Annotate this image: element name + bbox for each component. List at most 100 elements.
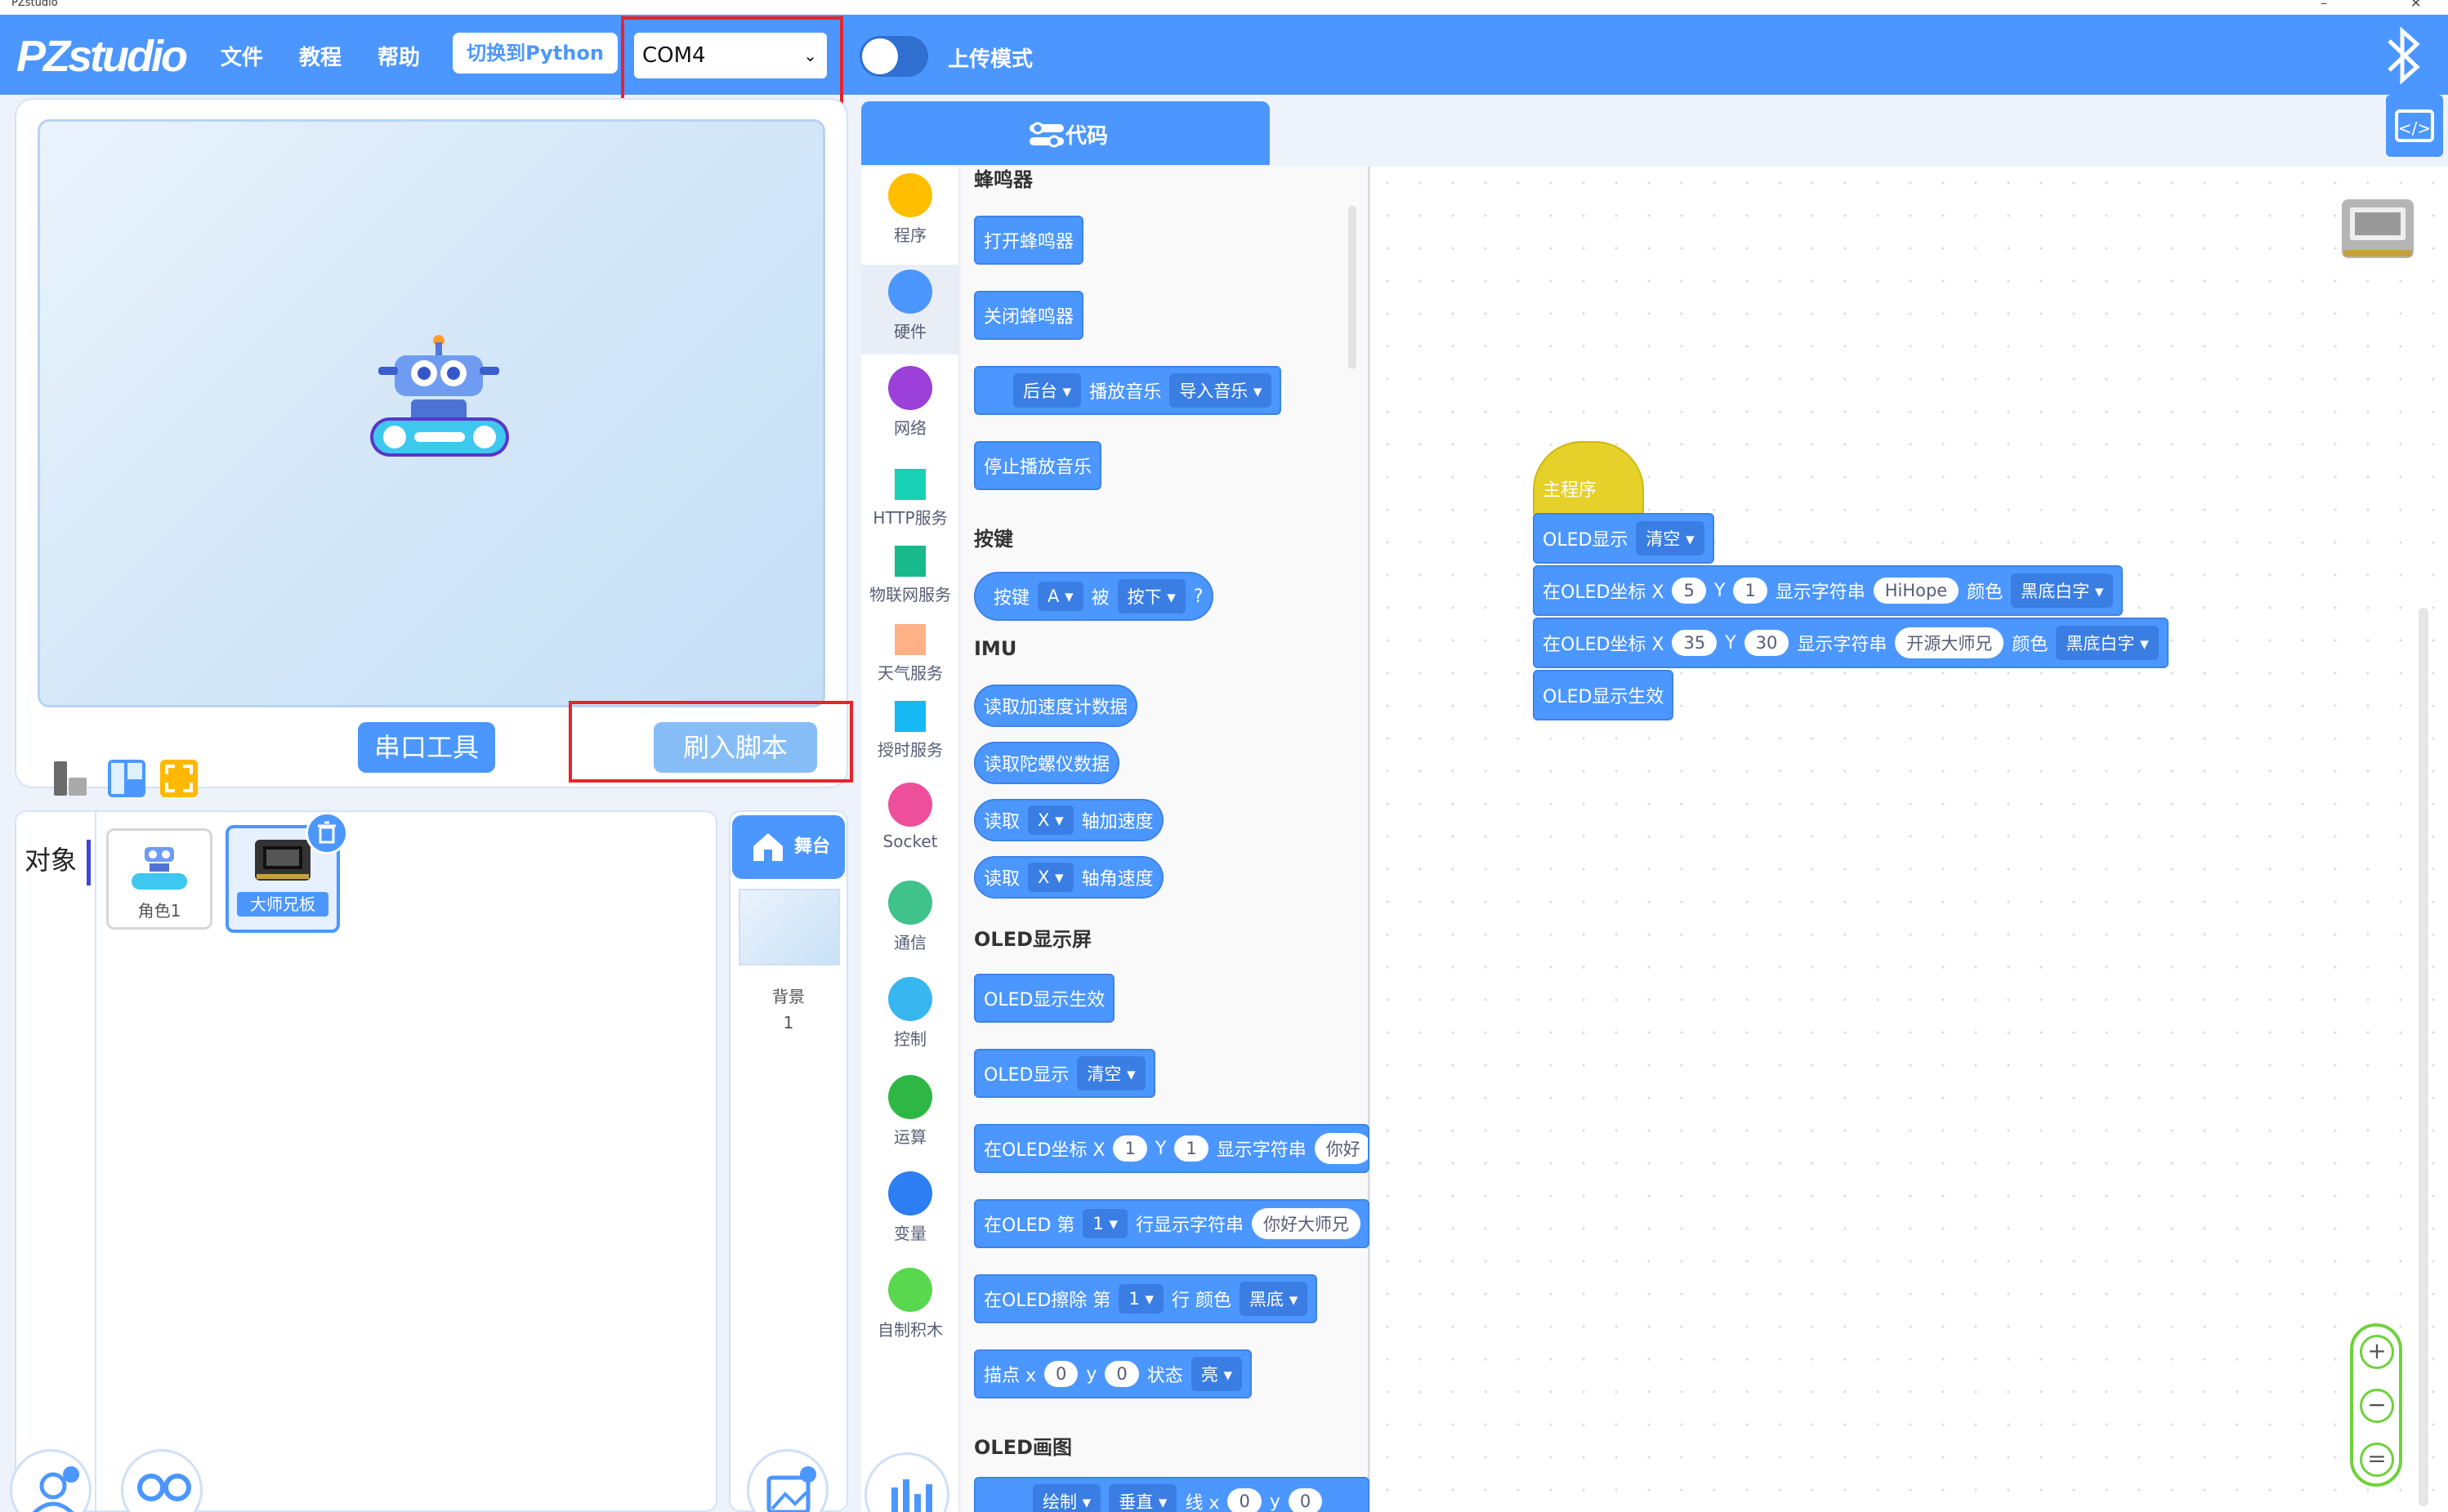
point-y-input[interactable]: 0 [1105, 1361, 1139, 1387]
axis-dropdown-2[interactable]: X ▾ [1028, 863, 1074, 892]
robot-sprite[interactable] [362, 331, 517, 462]
play-music-block[interactable]: 后台 ▾ 播放音乐 导入音乐 ▾ [974, 366, 1282, 415]
import-music-dropdown[interactable]: 导入音乐 ▾ [1169, 373, 1272, 408]
ws-oled-effect-block[interactable]: OLED显示生效 [1533, 670, 1674, 720]
zoom-out-button[interactable]: − [2360, 1389, 2394, 1423]
com-port-select[interactable]: COM4 ⌄ [634, 33, 827, 78]
category-4[interactable]: HTTP服务 [861, 469, 959, 529]
oled-y-input[interactable]: 1 [1174, 1135, 1208, 1162]
sprite-card-role1[interactable]: 角色1 [106, 828, 212, 930]
point-state-dropdown[interactable]: 亮 ▾ [1190, 1357, 1243, 1391]
category-2[interactable]: 硬件 [861, 265, 959, 355]
workspace-scrollbar[interactable] [2419, 608, 2428, 1506]
flash-script-button[interactable]: 刷入脚本 [654, 722, 817, 773]
read-axis-angvel-block[interactable]: 读取 X ▾ 轴角速度 [974, 856, 1164, 899]
ws-string-input-2[interactable]: 开源大师兄 [1895, 627, 2004, 658]
erase-line-dropdown[interactable]: 1 ▾ [1119, 1284, 1164, 1314]
category-icon [895, 469, 926, 500]
extension-button[interactable] [121, 1449, 203, 1512]
category-11[interactable]: 运算 [861, 1075, 959, 1148]
category-12[interactable]: 变量 [861, 1171, 959, 1244]
press-dropdown[interactable]: 按下 ▾ [1117, 579, 1186, 613]
ws-oled-text-block-1[interactable]: 在OLED坐标 X5 Y1 显示字符串 HiHope 颜色 黑底白字 ▾ [1533, 565, 2124, 616]
draw-line-block[interactable]: 绘制 ▾ 垂直 ▾ 线 x0y0 [974, 1477, 1369, 1512]
category-13[interactable]: 自制积木 [861, 1268, 959, 1340]
stage-canvas[interactable] [38, 119, 825, 707]
palette-scrollbar[interactable] [1348, 206, 1356, 369]
read-axis-accel-block[interactable]: 读取 X ▾ 轴加速度 [974, 799, 1164, 841]
add-sprite-button[interactable] [10, 1449, 92, 1512]
backdrop-thumbnail[interactable] [739, 889, 840, 966]
category-1[interactable]: 程序 [861, 173, 959, 246]
device-preview-icon[interactable] [2339, 196, 2417, 263]
menu-help[interactable]: 帮助 [377, 41, 420, 71]
oled-show-block[interactable]: OLED显示 清空 ▾ [974, 1049, 1155, 1098]
open-buzzer-block[interactable]: 打开蜂鸣器 [974, 216, 1084, 265]
objects-label: 对象 [25, 845, 78, 876]
point-x-input[interactable]: 0 [1044, 1361, 1079, 1387]
close-buzzer-block[interactable]: 关闭蜂鸣器 [974, 291, 1084, 340]
ws-oled-text-block-2[interactable]: 在OLED坐标 X 35 Y 30 显示字符串 开源大师兄 颜色 黑底白字 ▾ [1533, 618, 2169, 668]
category-7[interactable]: 授时服务 [861, 701, 959, 760]
menu-file[interactable]: 文件 [221, 41, 263, 71]
add-backdrop-button[interactable] [747, 1449, 829, 1512]
read-accel-block[interactable]: 读取加速度计数据 [974, 685, 1138, 727]
zoom-reset-button[interactable]: = [2360, 1443, 2394, 1477]
read-gyro-block[interactable]: 读取陀螺仪数据 [974, 742, 1120, 784]
ws-string-input-1[interactable]: HiHope [1873, 578, 1959, 604]
ws-y-input-2[interactable]: 30 [1744, 630, 1789, 656]
category-3[interactable]: 网络 [861, 366, 959, 439]
code-tab[interactable]: 代码 [861, 101, 1270, 165]
bluetooth-icon[interactable] [2381, 25, 2427, 87]
category-icon [895, 546, 926, 577]
ws-color-dropdown-1[interactable]: 黑底白字 ▾ [2011, 573, 2114, 608]
upload-mode-toggle[interactable] [860, 36, 928, 77]
menu-tutorial[interactable]: 教程 [299, 41, 342, 71]
oled-clear-dropdown[interactable]: 清空 ▾ [1077, 1056, 1146, 1091]
serial-tool-button[interactable]: 串口工具 [358, 722, 495, 773]
ws-clear-dropdown[interactable]: 清空 ▾ [1636, 521, 1704, 555]
draw-dropdown[interactable]: 绘制 ▾ [1033, 1484, 1101, 1512]
axis-dropdown-1[interactable]: X ▾ [1028, 805, 1074, 835]
category-8[interactable]: Socket [861, 783, 959, 851]
fullscreen-icon[interactable] [159, 758, 199, 799]
normal-stage-icon[interactable] [106, 758, 147, 799]
delete-sprite-button[interactable] [306, 812, 348, 854]
ws-color-dropdown-2[interactable]: 黑底白字 ▾ [2056, 626, 2159, 660]
code-view-button[interactable]: </> [2386, 95, 2443, 157]
line-x-input[interactable]: 0 [1227, 1488, 1262, 1512]
key-a-dropdown[interactable]: A ▾ [1038, 582, 1083, 611]
oled-point-block[interactable]: 描点 x 0 y 0 状态亮 ▾ [974, 1349, 1253, 1398]
line-y-input[interactable]: 0 [1288, 1488, 1323, 1512]
switch-python-button[interactable]: 切换到Python [453, 33, 618, 74]
ws-x-input-1[interactable]: 5 [1672, 578, 1706, 604]
line-dropdown[interactable]: 1 ▾ [1083, 1209, 1128, 1238]
minimize-button[interactable]: – [2321, 0, 2327, 11]
oled-str-input[interactable]: 你好 [1314, 1133, 1368, 1164]
close-button[interactable]: ✕ [2410, 0, 2421, 11]
vert-dropdown[interactable]: 垂直 ▾ [1109, 1484, 1177, 1512]
zoom-in-button[interactable]: + [2360, 1335, 2394, 1369]
category-5[interactable]: 物联网服务 [861, 546, 959, 605]
ws-x-input-2[interactable]: 35 [1672, 630, 1718, 656]
data-chart-button[interactable] [864, 1452, 949, 1512]
ws-y-input-1[interactable]: 1 [1733, 578, 1767, 604]
stage-tab[interactable]: 舞台 [732, 815, 845, 879]
button-pressed-block[interactable]: 按键 A ▾ 被按下 ▾? [974, 572, 1213, 621]
small-stage-icon[interactable] [52, 760, 88, 797]
bg-dropdown[interactable]: 后台 ▾ [1013, 373, 1082, 408]
category-10[interactable]: 控制 [861, 977, 959, 1050]
code-icon: </> [2395, 109, 2434, 142]
code-workspace[interactable] [1371, 167, 2448, 1512]
oled-line-text-block[interactable]: 在OLED 第1 ▾ 行显示字符串 你好大师兄 [974, 1199, 1369, 1248]
oled-x-input[interactable]: 1 [1113, 1135, 1147, 1162]
ws-oled-show-block[interactable]: OLED显示 清空 ▾ [1533, 513, 1714, 564]
erase-color-dropdown[interactable]: 黑底 ▾ [1240, 1282, 1308, 1316]
oled-coord-text-block[interactable]: 在OLED坐标 X 1 Y 1 显示字符串 你好 [974, 1124, 1369, 1173]
line-str-input[interactable]: 你好大师兄 [1252, 1208, 1361, 1239]
category-6[interactable]: 天气服务 [861, 624, 959, 684]
category-9[interactable]: 通信 [861, 881, 959, 953]
stop-music-block[interactable]: 停止播放音乐 [974, 441, 1102, 490]
oled-effect-block[interactable]: OLED显示生效 [974, 974, 1115, 1023]
oled-erase-block[interactable]: 在OLED擦除 第1 ▾ 行 颜色 黑底 ▾ [974, 1274, 1318, 1323]
